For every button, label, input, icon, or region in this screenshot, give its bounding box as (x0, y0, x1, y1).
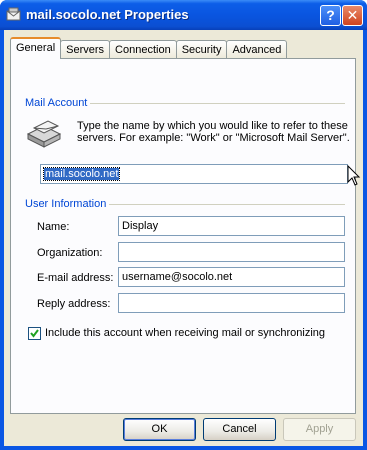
window-title: mail.socolo.net Properties (26, 7, 189, 22)
tab-servers[interactable]: Servers (60, 40, 111, 59)
help-button[interactable]: ? (320, 5, 341, 26)
general-tab-panel: Mail Account Type the name by which you … (10, 58, 361, 414)
include-account-checkbox[interactable] (28, 327, 41, 340)
cancel-button[interactable]: Cancel (203, 418, 276, 441)
reply-address-label: Reply address: (37, 298, 111, 310)
name-input[interactable]: Display (118, 216, 345, 236)
apply-button[interactable]: Apply (283, 418, 356, 441)
tab-general[interactable]: General (10, 37, 62, 59)
close-icon: ✕ (346, 7, 359, 23)
properties-window: mail.socolo.net Properties ? ✕ General S… (0, 0, 367, 450)
dialog-client: General Servers Connection Security Adva… (4, 30, 363, 446)
include-account-label[interactable]: Include this account when receiving mail… (45, 327, 325, 339)
name-label: Name: (37, 221, 70, 233)
user-info-group-label: User Information (25, 198, 110, 210)
tab-advanced[interactable]: Advanced (226, 40, 288, 59)
email-label: E-mail address: (37, 272, 114, 284)
tab-strip: General Servers Connection Security Adva… (10, 37, 288, 59)
mouse-pointer-icon (347, 165, 361, 186)
help-icon: ? (326, 7, 335, 23)
mail-account-group-label: Mail Account (25, 97, 91, 109)
close-button[interactable]: ✕ (342, 5, 363, 26)
reply-address-input[interactable] (118, 293, 345, 313)
organization-input[interactable] (118, 242, 345, 262)
mail-account-icon (26, 120, 62, 148)
mail-account-icon (6, 7, 21, 21)
ok-button[interactable]: OK (123, 418, 196, 441)
email-input[interactable]: username@socolo.net (118, 267, 345, 287)
tab-connection[interactable]: Connection (109, 40, 177, 59)
tab-security[interactable]: Security (175, 40, 228, 59)
account-name-value: mail.socolo.net (42, 167, 121, 181)
mail-account-description: Type the name by which you would like to… (77, 120, 350, 144)
account-name-input[interactable]: mail.socolo.net (40, 164, 348, 184)
organization-label: Organization: (37, 247, 103, 259)
title-bar[interactable]: mail.socolo.net Properties ? ✕ (0, 0, 367, 30)
checkmark-icon (30, 329, 39, 338)
